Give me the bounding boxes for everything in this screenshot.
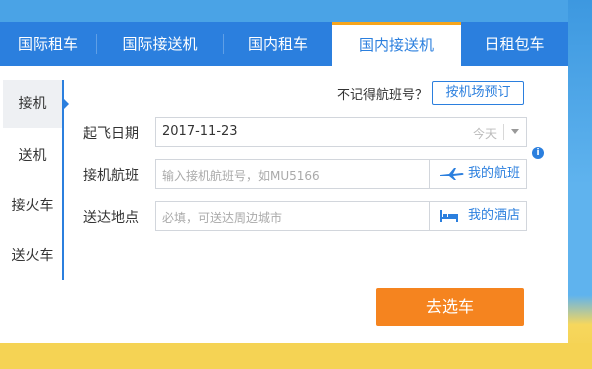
tab-intl-airport-transfer[interactable]: 国际接送机 [97, 22, 223, 66]
tab-domestic-car-rental[interactable]: 国内租车 [224, 22, 332, 66]
airplane-icon [440, 168, 464, 180]
flight-input-placeholder: 输入接机航班号，如MU5166 [162, 169, 320, 183]
my-hotel-label: 我的酒店 [468, 208, 521, 223]
tab-bar: 国际租车 国际接送机 国内租车 国内接送机 日租包车 [0, 22, 568, 66]
info-icon[interactable]: i [532, 147, 544, 159]
destination-label: 送达地点 [83, 210, 139, 226]
forgot-flight-hint: 不记得航班号？ [337, 88, 429, 103]
bed-icon [440, 210, 458, 222]
background-bottom [0, 343, 592, 369]
date-field[interactable]: 2017-11-23 今天 [155, 117, 527, 147]
chevron-down-icon[interactable] [511, 129, 519, 134]
background-right [568, 0, 592, 369]
my-flight-label: 我的航班 [468, 166, 521, 181]
active-indicator-icon [64, 99, 69, 109]
booking-panel: 国际租车 国际接送机 国内租车 国内接送机 日租包车 接机 送机 接火车 送火车… [0, 22, 568, 343]
my-hotel-button[interactable]: 我的酒店 [429, 202, 527, 230]
tab-intl-car-rental[interactable]: 国际租车 [0, 22, 96, 66]
destination-field[interactable]: 必填，可送达周边城市 我的酒店 [155, 201, 527, 231]
today-label[interactable]: 今天 [473, 125, 497, 142]
tab-domestic-airport-transfer[interactable]: 国内接送机 [332, 22, 461, 66]
date-value: 2017-11-23 [162, 124, 238, 139]
sidebar-item-train-pickup[interactable]: 接火车 [3, 182, 62, 230]
date-label: 起飞日期 [83, 126, 139, 142]
sidebar-item-airport-dropoff[interactable]: 送机 [3, 132, 62, 180]
sidebar-item-airport-pickup[interactable]: 接机 [3, 80, 62, 128]
date-divider [503, 124, 504, 140]
reserve-by-airport-button[interactable]: 按机场预订 [432, 81, 524, 105]
flight-field[interactable]: 输入接机航班号，如MU5166 我的航班 [155, 159, 527, 189]
choose-car-button[interactable]: 去选车 [376, 288, 524, 326]
transfer-type-nav: 接机 送机 接火车 送火车 [3, 80, 69, 280]
sidebar-item-train-dropoff[interactable]: 送火车 [3, 232, 62, 280]
tab-daily-charter[interactable]: 日租包车 [461, 22, 568, 66]
destination-input-placeholder: 必填，可送达周边城市 [162, 211, 283, 225]
flight-label: 接机航班 [83, 168, 139, 184]
my-flight-button[interactable]: 我的航班 [429, 160, 527, 188]
